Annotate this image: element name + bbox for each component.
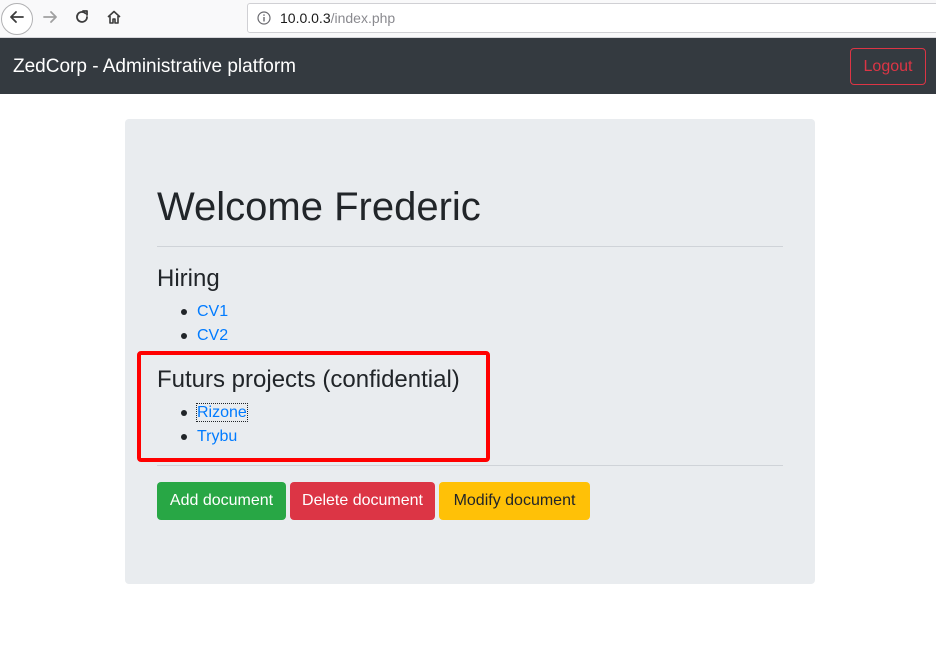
divider (157, 465, 783, 466)
bullet-icon (181, 333, 187, 339)
list-item: CV2 (180, 324, 228, 348)
document-link-cv1[interactable]: CV1 (197, 303, 228, 320)
document-link-trybu[interactable]: Trybu (197, 428, 237, 445)
modify-document-button[interactable]: Modify document (439, 482, 590, 520)
app-navbar: ZedCorp - Administrative platform Logout (0, 38, 936, 94)
projects-list: Rizone Trybu (180, 401, 248, 449)
list-item: Trybu (180, 425, 247, 449)
url-path: /index.php (330, 10, 396, 26)
add-document-button[interactable]: Add document (157, 482, 286, 520)
bullet-icon (181, 410, 187, 416)
back-button[interactable] (1, 3, 33, 35)
browser-toolbar: 10.0.0.3/index.php (0, 0, 936, 38)
reload-button[interactable] (66, 3, 98, 35)
logout-button[interactable]: Logout (850, 48, 926, 85)
list-item: CV1 (180, 300, 228, 324)
divider (157, 246, 783, 247)
navbar-brand[interactable]: ZedCorp - Administrative platform (13, 55, 296, 79)
delete-document-button[interactable]: Delete document (290, 482, 435, 520)
document-link-cv2[interactable]: CV2 (197, 327, 228, 344)
hiring-heading: Hiring (157, 265, 220, 292)
forward-icon (42, 9, 58, 30)
home-icon (106, 9, 122, 30)
bullet-icon (181, 309, 187, 315)
back-icon (9, 9, 25, 30)
list-item: Rizone (180, 401, 248, 425)
home-button[interactable] (98, 3, 130, 35)
url-bar[interactable]: 10.0.0.3/index.php (247, 3, 936, 33)
reload-icon (74, 9, 90, 30)
main-panel: Welcome Frederic Hiring CV1 CV2 Futurs p… (125, 119, 815, 584)
welcome-heading: Welcome Frederic (157, 185, 481, 229)
info-icon[interactable] (257, 11, 271, 25)
document-link-rizone[interactable]: Rizone (196, 403, 248, 422)
url-host: 10.0.0.3 (280, 10, 331, 26)
forward-button[interactable] (34, 3, 66, 35)
bullet-icon (181, 434, 187, 440)
projects-heading: Futurs projects (confidential) (157, 366, 460, 393)
hiring-list: CV1 CV2 (180, 300, 228, 348)
